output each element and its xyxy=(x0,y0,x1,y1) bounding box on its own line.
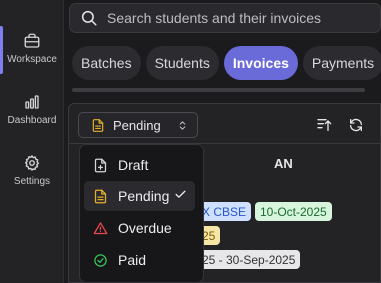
chevron-up-down-icon xyxy=(179,120,186,130)
panel-toolbar: Pending xyxy=(69,104,381,144)
sort-upload-icon[interactable] xyxy=(316,117,332,133)
search-input[interactable] xyxy=(107,10,367,26)
tab-batches[interactable]: Batches xyxy=(72,46,141,80)
search-bar xyxy=(69,3,381,33)
menu-item-paid[interactable]: Paid xyxy=(84,245,195,275)
nav-item-settings[interactable]: Settings xyxy=(0,154,64,187)
refresh-icon[interactable] xyxy=(348,117,364,133)
bar-chart-icon xyxy=(25,95,39,109)
menu-item-label: Overdue xyxy=(118,220,172,236)
tab-payments[interactable]: Payments xyxy=(302,46,381,80)
alert-triangle-icon xyxy=(93,221,108,234)
search-icon xyxy=(81,10,97,26)
menu-item-label: Draft xyxy=(118,157,149,173)
nav-item-dashboard[interactable]: Dashboard xyxy=(0,93,64,126)
status-filter-button[interactable]: Pending xyxy=(78,112,198,138)
course-chip: X CBSE xyxy=(197,202,252,221)
file-text-icon xyxy=(94,189,107,203)
nav-item-workspace[interactable]: Workspace xyxy=(0,26,64,74)
menu-item-overdue[interactable]: Overdue xyxy=(84,213,195,243)
menu-item-label: Pending xyxy=(118,188,170,204)
menu-item-label: Paid xyxy=(118,252,147,268)
check-icon xyxy=(175,190,186,198)
gear-icon xyxy=(24,155,40,171)
tab-bar: Batches Students Invoices Payments xyxy=(72,46,381,80)
file-plus-icon xyxy=(94,158,107,172)
nav-label: Settings xyxy=(13,176,51,187)
check-circle-icon xyxy=(94,253,107,267)
briefcase-icon xyxy=(24,33,40,48)
due-date-chip: 10-Oct-2025 xyxy=(255,202,332,221)
tab-invoices[interactable]: Invoices xyxy=(223,46,298,80)
menu-item-draft[interactable]: Draft xyxy=(84,150,195,180)
invoice-card-title: AN xyxy=(274,156,293,171)
menu-item-pending[interactable]: Pending xyxy=(84,181,195,211)
status-filter-value: Pending xyxy=(113,117,161,133)
status-filter-menu: Draft Pending Overdue Paid xyxy=(79,144,204,283)
tab-students[interactable]: Students xyxy=(145,46,219,80)
sidebar-nav: Workspace Dashboard Settings xyxy=(0,0,64,283)
file-text-icon xyxy=(92,118,104,132)
tabs-scrollbar[interactable] xyxy=(72,88,365,92)
nav-label: Workspace xyxy=(7,54,57,65)
period-chip: 25 - 30-Sep-2025 xyxy=(197,250,301,269)
nav-label: Dashboard xyxy=(7,115,57,126)
